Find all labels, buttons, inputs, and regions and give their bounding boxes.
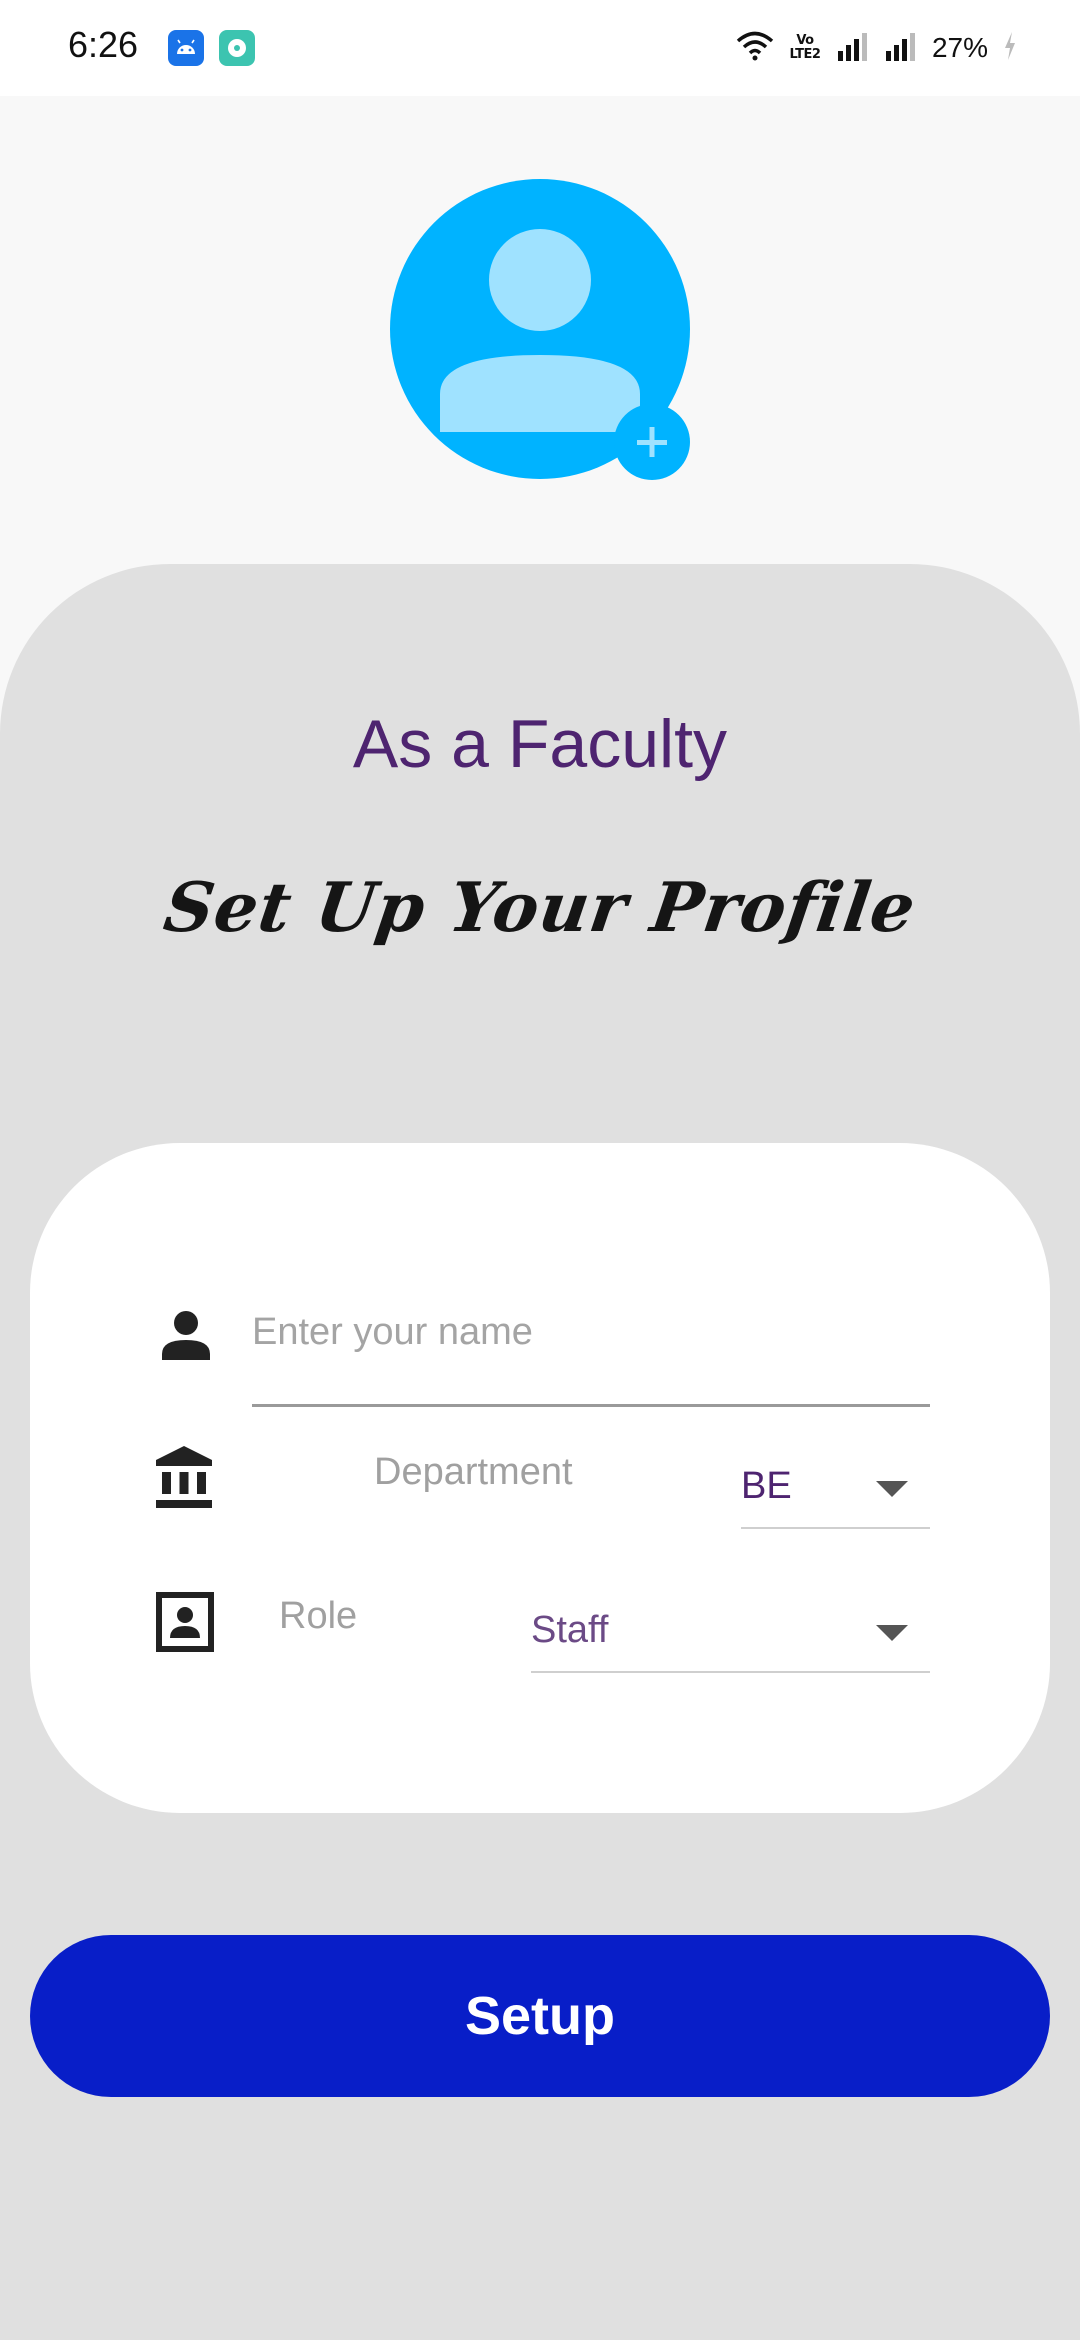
department-dropdown[interactable]: BE xyxy=(741,1447,930,1529)
person-icon xyxy=(158,1308,214,1369)
battery-percent: 27% xyxy=(931,32,988,63)
status-icons: Vo LTE2 27% xyxy=(736,28,1018,68)
add-photo-plus-icon xyxy=(637,427,667,457)
battery-charging-icon xyxy=(1002,30,1018,67)
chevron-down-icon xyxy=(876,1481,908,1497)
wifi-icon xyxy=(736,30,774,67)
institution-icon xyxy=(154,1444,214,1515)
department-selected: BE xyxy=(741,1465,792,1507)
role-title: As a Faculty xyxy=(352,706,728,782)
signal-icon xyxy=(884,31,918,66)
contact-card-icon xyxy=(156,1592,214,1657)
setup-button[interactable]: Setup xyxy=(30,1935,1050,2097)
role-dropdown[interactable]: Staff xyxy=(531,1591,930,1673)
name-input[interactable] xyxy=(252,1300,930,1364)
status-time: 6:26 xyxy=(68,24,139,65)
status-bar: 6:26 Vo LTE2 27% xyxy=(0,0,1080,96)
role-label: Role xyxy=(279,1595,358,1637)
volte-icon: Vo LTE2 xyxy=(789,33,821,62)
android-notification-icon xyxy=(168,30,204,66)
signal-icon xyxy=(836,31,870,66)
name-underline xyxy=(252,1404,930,1407)
department-label: Department xyxy=(374,1451,573,1493)
add-photo-button[interactable] xyxy=(614,404,690,480)
app-notification-icon xyxy=(219,30,255,66)
page-heading: Set Up Your Profile xyxy=(159,868,921,948)
role-selected: Staff xyxy=(531,1609,609,1651)
chevron-down-icon xyxy=(876,1625,908,1641)
